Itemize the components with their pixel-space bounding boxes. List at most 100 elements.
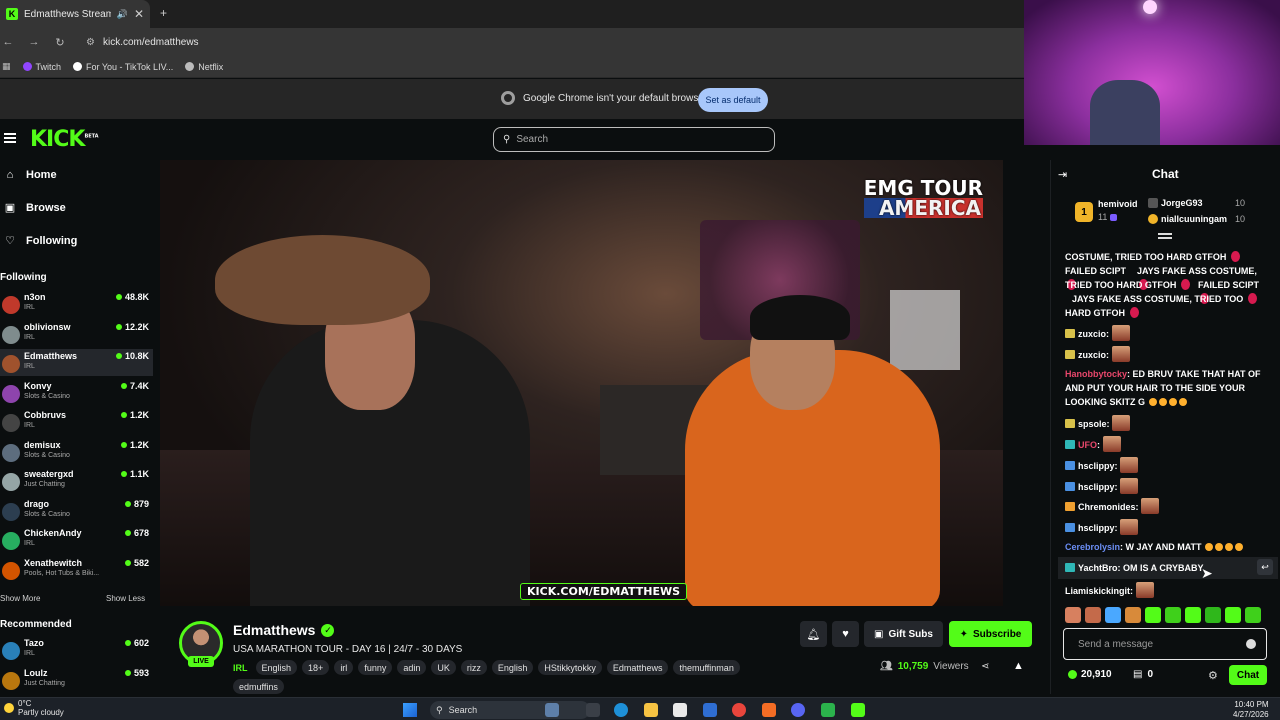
chat-message[interactable]: hsclippy: — [1065, 457, 1265, 473]
sidebar-channel[interactable]: oblivionsw IRL 12.2K — [0, 320, 153, 347]
pinned-drag-handle-icon[interactable] — [1158, 233, 1172, 239]
emote-icon[interactable] — [1245, 607, 1261, 623]
chat-username[interactable]: hsclippy — [1078, 461, 1115, 471]
discord-icon[interactable] — [791, 703, 805, 717]
collapse-chat-icon[interactable]: ⇥ — [1058, 168, 1067, 181]
sidebar-channel[interactable]: n3on IRL 48.8K — [0, 290, 153, 317]
send-chat-button[interactable]: Chat — [1229, 665, 1267, 685]
sidebar-channel[interactable]: Tazo IRL 602 — [0, 636, 153, 663]
speaker-icon[interactable]: 🔊 — [117, 9, 128, 20]
chat-message[interactable]: JAYS FAKE ASS COSTUME, TRIED TOO — [1072, 292, 1267, 306]
file-explorer-icon[interactable] — [644, 703, 658, 717]
sidebar-channel[interactable]: Konvy Slots & Casino 7.4K — [0, 379, 153, 406]
chat-username[interactable]: zuxcio — [1078, 329, 1106, 339]
chat-username[interactable]: YachtBro — [1078, 563, 1118, 573]
chat-message[interactable]: zuxcio: — [1065, 325, 1265, 341]
chat-username[interactable]: hsclippy — [1078, 523, 1115, 533]
weather-widget[interactable]: 0°C Partly cloudy — [4, 699, 64, 717]
video-player[interactable]: EMG TOUR AMERICA KICK.COM/EDMATTHEWS — [160, 160, 1003, 606]
xbox-icon[interactable] — [821, 703, 835, 717]
mail-icon[interactable] — [703, 703, 717, 717]
chat-message[interactable]: spsole: — [1065, 415, 1265, 431]
stream-category[interactable]: IRL — [233, 663, 248, 673]
stream-tag[interactable]: rizz — [460, 660, 487, 675]
chat-username[interactable]: zuxcio — [1078, 350, 1106, 360]
emote-icon[interactable] — [1205, 607, 1221, 623]
report-icon[interactable]: ▲ — [1013, 660, 1024, 672]
sidebar-channel[interactable]: Edmatthews IRL 10.8K — [0, 349, 153, 376]
search-input[interactable]: ⚲ Search — [493, 127, 775, 152]
emote-icon[interactable] — [1165, 607, 1181, 623]
stream-tag[interactable]: adin — [397, 660, 427, 675]
kick-app-icon[interactable] — [851, 703, 865, 717]
sidebar-channel[interactable]: sweatergxd Just Chatting 1.1K — [0, 467, 153, 494]
nav-browse[interactable]: ▣ Browse — [4, 201, 66, 215]
reload-icon[interactable]: ↻ — [54, 36, 66, 49]
widget-icon[interactable] — [545, 703, 559, 717]
emoji-picker-icon[interactable] — [1246, 639, 1256, 649]
share-icon[interactable]: ⋖ — [981, 661, 989, 672]
chat-message[interactable]: Chremonides: — [1065, 498, 1265, 514]
notification-bell-button[interactable]: 🔔︎ — [800, 621, 827, 647]
sidebar-channel[interactable]: demisux Slots & Casino 1.2K — [0, 438, 153, 465]
top-gifter[interactable]: hemivoid — [1098, 199, 1138, 209]
store-icon[interactable] — [673, 703, 687, 717]
taskbar-search[interactable]: ⚲ Search — [430, 701, 590, 719]
set-as-default-button[interactable]: Set as default — [698, 88, 768, 112]
edge-icon[interactable] — [614, 703, 628, 717]
sidebar-channel[interactable]: drago Slots & Casino 879 — [0, 497, 153, 524]
stream-tag[interactable]: funny — [358, 660, 393, 675]
taskbar-clock[interactable]: 10:40 PM 4/27/2026 — [1233, 700, 1269, 720]
bookmark-tiktok[interactable]: For You - TikTok LIV... — [73, 62, 173, 72]
chat-message[interactable]: Cerebrolysin: W JAY AND MATT — [1065, 540, 1265, 554]
chat-message[interactable]: Liamiskickingit: — [1065, 582, 1265, 598]
forward-icon[interactable]: → — [28, 36, 40, 48]
chat-message[interactable]: COSTUME, TRIED TOO HARD GTFOH — [1065, 250, 1265, 264]
stream-tag[interactable]: English — [491, 660, 534, 675]
chat-message[interactable]: zuxcio: — [1065, 346, 1265, 362]
stream-tag[interactable]: 18+ — [302, 660, 330, 675]
windows-start-icon[interactable] — [403, 703, 417, 717]
chat-message[interactable]: hsclippy: — [1065, 478, 1265, 494]
apps-icon[interactable]: ▦ — [2, 61, 11, 72]
chat-username[interactable]: hsclippy — [1078, 482, 1115, 492]
url-field[interactable]: ⚙ kick.com/edmatthews — [86, 37, 199, 48]
show-less-link[interactable]: Show Less — [106, 594, 145, 603]
follow-button[interactable]: ♥ — [832, 621, 859, 647]
chat-message[interactable]: Hanobbytocky: ED BRUV TAKE THAT HAT OF A… — [1065, 367, 1265, 409]
streamer-name[interactable]: Edmatthews ✓ — [233, 622, 335, 638]
chat-username[interactable]: UFO — [1078, 440, 1097, 450]
chat-username[interactable]: Chremonides — [1078, 502, 1136, 512]
nav-home[interactable]: ⌂ Home — [4, 169, 57, 181]
stream-tag[interactable]: English — [255, 660, 298, 675]
stream-tag[interactable]: HStikkytokky — [538, 660, 602, 675]
chat-username[interactable]: spsole — [1078, 419, 1107, 429]
chat-message[interactable]: HARD GTFOH — [1065, 306, 1265, 320]
chat-message[interactable]: UFO: — [1065, 436, 1265, 452]
sidebar-channel[interactable]: Xenathewitch Pools, Hot Tubs & Biki... 582 — [0, 556, 153, 583]
site-info-icon[interactable]: ⚙ — [86, 37, 95, 48]
chrome-taskbar-icon[interactable] — [732, 703, 746, 717]
stream-tag[interactable]: themuffinman — [673, 660, 740, 675]
back-icon[interactable]: ← — [2, 36, 14, 48]
gift-subs-button[interactable]: ▣ Gift Subs — [864, 621, 943, 647]
browser-tab[interactable]: K Edmatthews Stream - Watc 🔊 ✕ — [0, 0, 150, 28]
chat-message[interactable]: YachtBro: OM IS A CRYBABY — [1065, 561, 1265, 575]
nav-following[interactable]: ♡ Following — [4, 234, 77, 248]
chat-settings-icon[interactable]: ⚙ — [1208, 669, 1218, 682]
channel-points[interactable]: 20,910 — [1068, 669, 1112, 680]
gift-count[interactable]: ▤ 0 — [1133, 669, 1153, 680]
gifter-3[interactable]: niallcuuningam — [1148, 214, 1227, 224]
sidebar-channel[interactable]: ChickenAndy IRL 678 — [0, 526, 153, 553]
sidebar-channel[interactable]: Loulz Just Chatting 593 — [0, 666, 153, 693]
emote-icon[interactable] — [1125, 607, 1141, 623]
emote-icon[interactable] — [1085, 607, 1101, 623]
subscribe-button[interactable]: ✦ Subscribe — [949, 621, 1032, 647]
chat-message-input[interactable]: Send a message — [1063, 628, 1267, 660]
chat-message[interactable]: TRIED TOO HARD GTFOH — [1065, 278, 1195, 292]
emote-icon[interactable] — [1185, 607, 1201, 623]
emote-icon[interactable] — [1105, 607, 1121, 623]
gifter-2[interactable]: JorgeG93 — [1148, 198, 1203, 208]
close-tab-icon[interactable]: ✕ — [134, 7, 144, 21]
show-more-link[interactable]: Show More — [0, 594, 40, 603]
